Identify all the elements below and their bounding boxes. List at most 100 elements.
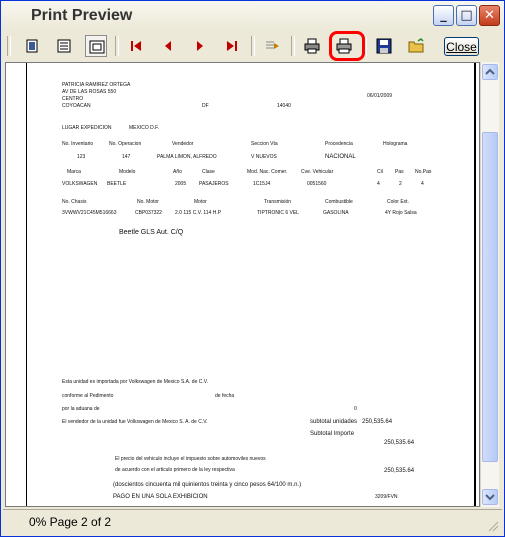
column-header: Mod. Nac. Comer. xyxy=(247,169,288,175)
customer-state: DF xyxy=(202,103,209,109)
resize-grip-icon[interactable] xyxy=(487,520,499,532)
column-header: Pas xyxy=(395,169,404,175)
next-page-icon xyxy=(197,41,203,51)
column-header: Holograma xyxy=(383,141,408,147)
column-header: Cve. Vehicular xyxy=(301,169,334,175)
subtotal-import-label: Subtotal Importe xyxy=(310,431,355,437)
first-page-icon xyxy=(131,41,141,51)
customer-city: COYOACAN xyxy=(62,103,91,109)
fit-page-button[interactable] xyxy=(85,35,107,57)
column-header: No. Chasis xyxy=(62,199,87,205)
column-header: Procedencia xyxy=(325,141,353,147)
minimize-button[interactable]: _ xyxy=(433,5,454,26)
legal-text: 0 xyxy=(354,406,357,412)
scroll-up-button[interactable] xyxy=(482,64,498,80)
printer-setup-icon xyxy=(304,38,320,54)
payment-note: PAGO EN UNA SOLA EXHIBICION xyxy=(113,494,208,500)
column-header: Seccion Vta xyxy=(251,141,278,147)
floppy-disk-icon xyxy=(376,38,392,54)
column-value: 3VWWV21C45M516663 xyxy=(62,210,117,216)
column-header: No.Pas xyxy=(415,169,432,175)
last-page-button[interactable] xyxy=(221,35,243,57)
column-value: BEETLE xyxy=(107,181,127,187)
column-value: 2 xyxy=(399,181,402,187)
go-to-page-button[interactable] xyxy=(261,35,283,57)
column-header: Modelo xyxy=(119,169,136,175)
open-button[interactable] xyxy=(405,35,427,57)
column-value: VOLKSWAGEN xyxy=(62,181,98,187)
column-header: Año xyxy=(173,169,182,175)
column-value: 2.0 115 C.V. 114 H.P xyxy=(175,210,222,216)
close-icon: ✕ xyxy=(484,8,495,23)
column-value: 4 xyxy=(377,181,380,187)
next-page-button[interactable] xyxy=(189,35,211,57)
invoice-date: 06/01/2009 xyxy=(367,93,393,99)
column-header: No. Inventario xyxy=(62,141,94,147)
close-window-button[interactable]: ✕ xyxy=(479,5,500,26)
chevron-down-icon xyxy=(485,494,495,501)
column-header: Marca xyxy=(67,169,81,175)
maximize-icon: □ xyxy=(460,8,473,23)
scroll-thumb[interactable] xyxy=(482,132,498,462)
close-preview-button[interactable]: Close xyxy=(444,37,479,56)
open-folder-icon xyxy=(408,38,424,53)
previous-page-button[interactable] xyxy=(157,35,179,57)
go-to-page-icon xyxy=(266,41,279,49)
document-page: PATRICIA RAMIREZ ORTEGA AV DE LAS ROSAS … xyxy=(26,63,476,506)
one-page-view-button[interactable] xyxy=(21,35,43,57)
column-value: GASOLINA xyxy=(323,210,349,216)
preview-area[interactable]: PATRICIA RAMIREZ ORTEGA AV DE LAS ROSAS … xyxy=(5,62,480,507)
fit-page-icon xyxy=(89,40,105,54)
column-value: 0051560 xyxy=(307,181,327,187)
column-value: TIPTRONIC 6 VEL xyxy=(257,210,299,216)
first-page-button[interactable] xyxy=(125,35,147,57)
toolbar-separator xyxy=(7,36,11,56)
column-header: Color Ext. xyxy=(387,199,409,205)
toolbar-separator xyxy=(291,36,295,56)
column-value: 4Y Rojo Salsa xyxy=(385,210,417,216)
legal-text: conforme al Pedimento xyxy=(62,393,114,399)
vertical-scrollbar[interactable] xyxy=(480,62,499,507)
column-header: Clase xyxy=(202,169,215,175)
column-value: 1C15J4 xyxy=(253,181,271,187)
column-value: NACIONAL xyxy=(325,154,356,160)
subtotal-value: 250,535.64 xyxy=(362,419,393,425)
status-text: 0% Page 2 of 2 xyxy=(29,515,112,529)
lugar-value: MEXICO D.F. xyxy=(129,125,160,131)
customer-zip: 14040 xyxy=(277,103,291,109)
last-page-icon xyxy=(227,41,237,51)
total-value: 250,535.64 xyxy=(384,468,415,474)
previous-page-icon xyxy=(165,41,171,51)
column-value: V NUEVOS xyxy=(251,154,277,160)
page-lines-icon xyxy=(57,39,71,53)
title-bar[interactable]: Print Preview _ □ ✕ xyxy=(1,1,504,30)
subtotal-label: subtotal unidades xyxy=(310,419,358,425)
window-title: Print Preview xyxy=(31,7,133,24)
column-header: Combustible xyxy=(325,199,353,205)
column-header: Transmisión xyxy=(264,199,292,205)
column-value: PALMA LIMON, ALFREDO xyxy=(157,154,217,160)
legal-text: Esta unidad es importada por Volkswagen … xyxy=(62,379,209,385)
column-header: No. Operacion xyxy=(109,141,142,147)
maximize-button[interactable]: □ xyxy=(456,5,477,26)
scroll-down-button[interactable] xyxy=(482,489,498,505)
customer-colony: CENTRO xyxy=(62,96,84,102)
column-value: 4 xyxy=(421,181,424,187)
vehicle-description: Beetle GLS Aut. C/Q xyxy=(119,229,184,236)
column-header: Motor xyxy=(194,199,207,205)
column-value: 147 xyxy=(122,154,131,160)
printer-setup-button[interactable] xyxy=(301,35,323,57)
column-header: No. Motor xyxy=(137,199,159,205)
save-button[interactable] xyxy=(373,35,395,57)
tax-note: de acuerdo con el articulo primero de la… xyxy=(115,467,235,473)
column-value: 123 xyxy=(77,154,86,160)
tax-note: El precio del vehiculo incluye el impues… xyxy=(115,456,266,462)
two-page-view-button[interactable] xyxy=(53,35,75,57)
legal-text: El vendedor de la unidad fue Volkswagen … xyxy=(62,419,208,425)
subtotal-import-value: 250,535.64 xyxy=(384,440,415,446)
print-preview-window: Print Preview _ □ ✕ Close PATRICIA RAMIR… xyxy=(0,0,505,537)
column-header: Vendedor xyxy=(172,141,194,147)
folio: 3209/FVN xyxy=(375,494,398,500)
print-button-highlight xyxy=(329,31,365,61)
chevron-up-icon xyxy=(485,68,495,75)
